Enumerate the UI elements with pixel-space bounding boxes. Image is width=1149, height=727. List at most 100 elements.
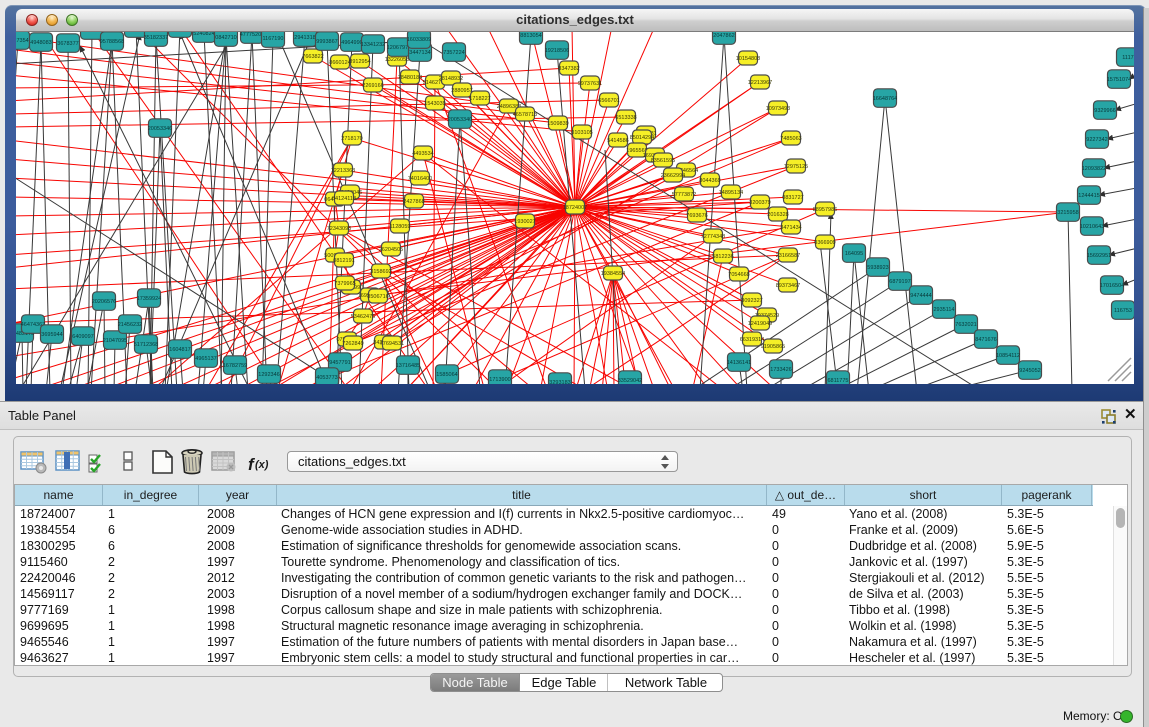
svg-text:19218506: 19218506 [545,48,569,54]
svg-text:1543039: 1543039 [424,101,445,107]
svg-text:2016328: 2016328 [767,212,788,218]
svg-text:7663822: 7663822 [302,54,323,60]
svg-text:6566701: 6566701 [598,98,619,104]
svg-text:116753: 116753 [1114,308,1132,314]
svg-text:5240824: 5240824 [193,32,214,37]
svg-text:164095: 164095 [845,251,863,257]
svg-text:(x): (x) [255,459,269,471]
svg-text:6409097: 6409097 [72,334,93,340]
svg-text:51712368: 51712368 [134,342,158,348]
svg-text:6513338: 6513338 [615,115,636,121]
svg-text:0842710: 0842710 [215,35,236,41]
svg-text:1585064: 1585064 [436,372,457,378]
svg-text:95788568: 95788568 [100,39,124,45]
svg-text:10854112: 10854112 [996,353,1020,359]
svg-text:4965137: 4965137 [195,356,216,362]
svg-text:13716485: 13716485 [396,363,420,369]
svg-text:1167190: 1167190 [262,36,283,42]
svg-text:0812191: 0812191 [333,258,354,264]
svg-text:74016400: 74016400 [408,176,432,182]
svg-text:88957986: 88957986 [813,207,837,213]
svg-text:14895134: 14895134 [719,190,743,196]
svg-text:4053773: 4053773 [316,375,337,381]
svg-text:20053340: 20053340 [448,117,472,123]
svg-text:7357224: 7357224 [443,50,464,56]
svg-text:21456232: 21456232 [118,322,142,328]
svg-text:46578713: 46578713 [513,112,537,118]
svg-text:7262849: 7262849 [342,341,363,347]
svg-text:13226058: 13226058 [385,57,409,63]
svg-text:8471676: 8471676 [975,337,996,343]
svg-text:8813054: 8813054 [520,33,541,39]
svg-text:5938923: 5938923 [867,265,888,271]
svg-text:12093822: 12093822 [1082,166,1106,172]
svg-text:0831727: 0831727 [782,195,803,201]
svg-text:3447134: 3447134 [409,50,430,56]
svg-text:10973493: 10973493 [766,106,790,112]
svg-text:17016504: 17016504 [1100,283,1124,289]
svg-text:2935114: 2935114 [933,307,954,313]
svg-text:72343098: 72343098 [327,226,351,232]
svg-text:53462475: 53462475 [351,314,375,320]
svg-text:7054668: 7054668 [728,272,749,278]
svg-text:12975125: 12975125 [784,164,808,170]
svg-text:7527354: 7527354 [16,38,29,44]
svg-text:9245052: 9245052 [1019,368,1040,374]
svg-text:99737631: 99737631 [578,81,602,87]
svg-text:57773872: 57773872 [672,192,696,198]
svg-text:20206576: 20206576 [92,299,116,305]
svg-text:7379965: 7379965 [334,281,355,287]
svg-text:0366909: 0366909 [814,240,835,246]
svg-text:2269166: 2269166 [362,83,383,89]
svg-text:3695944: 3695944 [41,332,62,338]
svg-text:5414586: 5414586 [607,138,628,144]
svg-text:1117: 1117 [1122,55,1133,61]
svg-text:2880957: 2880957 [451,88,472,94]
svg-text:3158692: 3158692 [370,269,391,275]
svg-text:4964990: 4964990 [341,40,362,46]
svg-text:16648764: 16648764 [873,96,897,102]
svg-text:7632021: 7632021 [955,322,976,328]
svg-text:89373467: 89373467 [776,283,800,289]
svg-text:1733426: 1733426 [770,367,791,373]
svg-text:1128059: 1128059 [389,224,410,230]
svg-text:1292346: 1292346 [258,372,279,378]
svg-text:3678377: 3678377 [57,41,78,47]
svg-text:16033809: 16033809 [407,37,431,43]
svg-text:72774348: 72774348 [701,234,725,240]
svg-text:2427868: 2427868 [403,199,424,205]
svg-text:12213363: 12213363 [331,168,355,174]
svg-text:9993867: 9993867 [316,39,337,45]
svg-text:84124118: 84124118 [332,196,356,202]
svg-text:19384554: 19384554 [601,271,625,277]
svg-text:9329966: 9329966 [1094,108,1115,114]
svg-text:1509839: 1509839 [547,121,568,127]
svg-text:8347382: 8347382 [558,66,579,72]
svg-text:9457791: 9457791 [329,360,350,366]
svg-text:12419049: 12419049 [748,321,772,327]
svg-text:18724007: 18724007 [563,205,587,211]
svg-text:47775204: 47775204 [240,32,264,38]
svg-text:28148932: 28148932 [439,76,463,82]
svg-text:1604817: 1604817 [169,347,190,353]
svg-text:1244415: 1244415 [1078,193,1099,199]
svg-text:35182337: 35182337 [144,35,168,41]
svg-text:14136141: 14136141 [727,360,751,366]
svg-text:3293183: 3293183 [549,380,570,384]
svg-text:12213967: 12213967 [748,80,772,86]
svg-text:8660124: 8660124 [329,60,350,66]
svg-text:26204505: 26204505 [379,247,403,253]
svg-text:3092327: 3092327 [741,298,762,304]
svg-text:77694531: 77694531 [380,341,404,347]
svg-text:23166587: 23166587 [776,253,800,259]
svg-text:13341232: 13341232 [361,42,385,48]
svg-text:3471434: 3471434 [780,225,801,231]
svg-text:2941318: 2941318 [294,35,315,41]
svg-text:1713900: 1713900 [489,377,510,383]
svg-text:7485063: 7485063 [780,136,801,142]
svg-text:6811775: 6811775 [827,378,848,384]
svg-text:78480184: 78480184 [398,75,422,81]
svg-text:1718227: 1718227 [469,96,490,102]
svg-text:8912954: 8912954 [349,59,370,65]
svg-text:0143634: 0143634 [81,32,102,34]
